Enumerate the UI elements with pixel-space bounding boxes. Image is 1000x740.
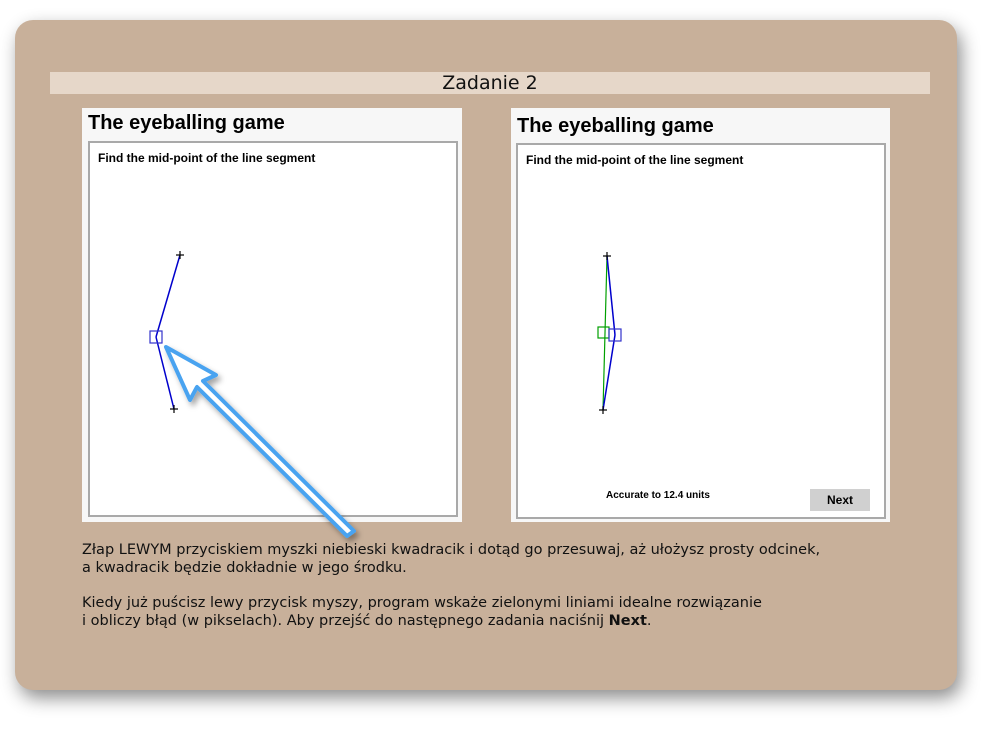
right-segment-upper (606, 255, 616, 336)
left-segment-lower (155, 336, 175, 410)
instruction-next-emphasis: Next (608, 613, 647, 629)
instruction-line: Złap LEWYM przyciskiem myszki niebieski … (82, 542, 821, 558)
left-game-panel: The eyeballing game Find the mid-point o… (82, 108, 462, 522)
instruction-paragraph-1: Złap LEWYM przyciskiem myszki niebieski … (82, 541, 942, 577)
instruction-line: a kwadracik będzie dokładnie w jego środ… (82, 560, 407, 576)
right-game-canvas[interactable]: Find the mid-point of the line segment A… (516, 143, 886, 519)
left-game-drawing (149, 251, 184, 413)
plus-marker-icon (176, 251, 184, 259)
ideal-midpoint-square-icon (597, 326, 610, 339)
plus-marker-icon (599, 406, 607, 414)
instruction-line: Kiedy już puścisz lewy przycisk myszy, p… (82, 595, 762, 611)
right-game-panel: The eyeballing game Find the mid-point o… (511, 108, 890, 522)
task-title: Zadanie 2 (50, 72, 930, 94)
next-button[interactable]: Next (810, 489, 870, 511)
right-game-title: The eyeballing game (517, 115, 714, 137)
left-game-canvas[interactable]: Find the mid-point of the line segment (88, 141, 458, 517)
instruction-line: i obliczy błąd (w pikselach). Aby przejś… (82, 612, 942, 630)
left-game-title: The eyeballing game (88, 112, 285, 134)
plus-marker-icon (603, 252, 611, 260)
accuracy-result: Accurate to 12.4 units (606, 490, 710, 501)
plus-marker-icon (170, 405, 178, 413)
left-segment-upper (155, 254, 181, 338)
right-game-drawing (597, 252, 622, 414)
instruction-paragraph-2: Kiedy już puścisz lewy przycisk myszy, p… (82, 594, 942, 630)
instruction-text: i obliczy błąd (w pikselach). Aby przejś… (82, 613, 609, 629)
instruction-text: . (646, 613, 652, 629)
